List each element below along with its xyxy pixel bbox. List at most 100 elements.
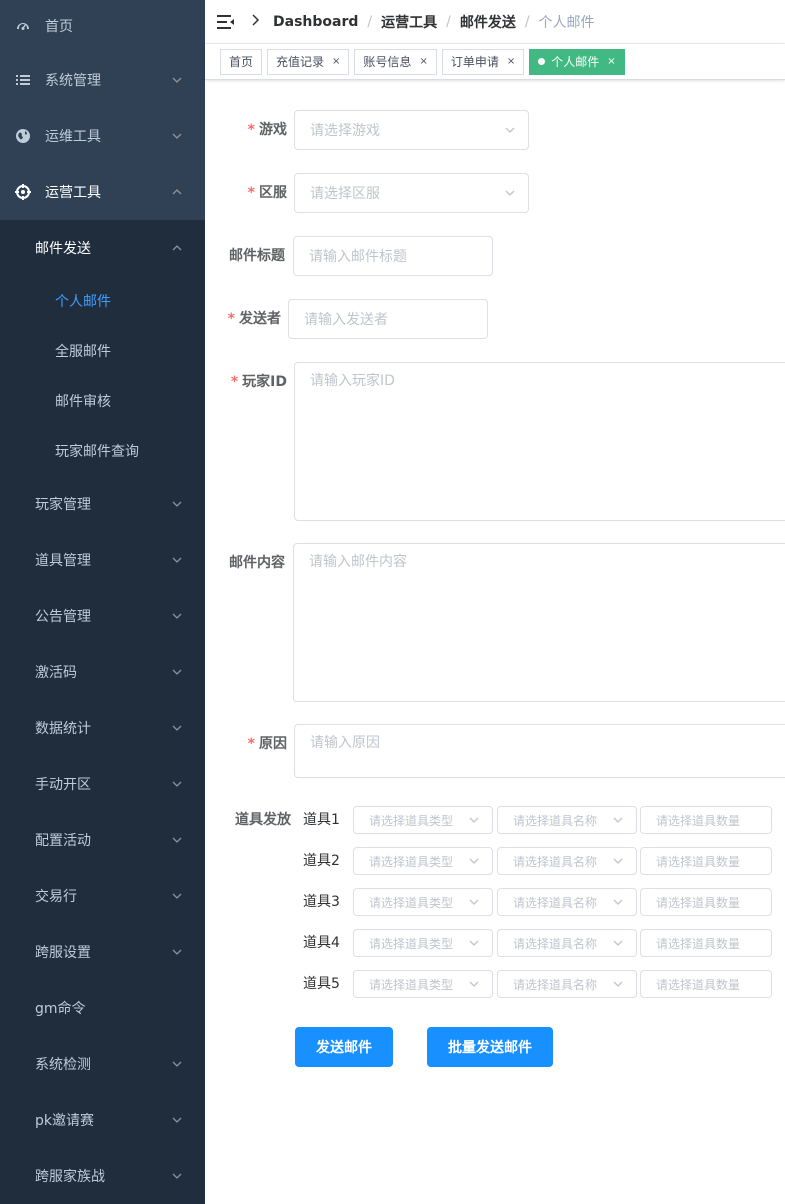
item-name-select[interactable]: 请选择道具名称 xyxy=(497,970,637,998)
item-type-select[interactable]: 请选择道具类型 xyxy=(353,929,493,957)
sidebar-item-label: 配置活动 xyxy=(35,833,91,849)
tags-view: 首页 充值记录 × 账号信息 × 订单申请 × 个人邮件 × xyxy=(205,44,785,80)
sidebar-submenu-item[interactable]: 配置活动 xyxy=(0,812,205,868)
item-quantity-input[interactable]: 请选择道具数量 xyxy=(640,929,772,957)
sidebar-submenu-item[interactable]: 系统检测 xyxy=(0,1036,205,1092)
breadcrumb-item[interactable]: 邮件发送 xyxy=(460,12,516,32)
sidebar-item-label: 跨服家族战 xyxy=(35,1169,105,1185)
chevron-up-icon xyxy=(171,242,183,254)
sidebar-submenu-item[interactable]: 手动开区 xyxy=(0,756,205,812)
sidebar-item-label: 运维工具 xyxy=(45,129,101,145)
chevron-down-icon xyxy=(171,498,183,510)
chevron-down-icon xyxy=(468,896,480,908)
sidebar-submenu-item[interactable]: gm命令 xyxy=(0,980,205,1036)
chevron-down-icon xyxy=(504,187,516,199)
sidebar-item-label: 数据统计 xyxy=(35,721,91,737)
item-name-select[interactable]: 请选择道具名称 xyxy=(497,888,637,916)
breadcrumb-item[interactable]: Dashboard xyxy=(273,14,358,30)
tag-account[interactable]: 账号信息 × xyxy=(354,48,437,75)
sidebar-item-operation[interactable]: 运营工具 xyxy=(0,164,205,220)
item-quantity-input[interactable]: 请选择道具数量 xyxy=(640,970,772,998)
item-name-select[interactable]: 请选择道具名称 xyxy=(497,929,637,957)
breadcrumb: Dashboard / 运营工具 / 邮件发送 / 个人邮件 xyxy=(273,12,595,32)
sidebar-submenu-mail[interactable]: 邮件发送 xyxy=(0,220,205,276)
chevron-right-icon xyxy=(251,13,261,30)
sidebar-submenu-item[interactable]: 数据统计 xyxy=(0,700,205,756)
sidebar-submenu-item[interactable]: 玩家管理 xyxy=(0,476,205,532)
item-quantity-input[interactable]: 请选择道具数量 xyxy=(640,847,772,875)
player-id-textarea[interactable]: 请输入玩家ID xyxy=(294,362,785,521)
item-type-select[interactable]: 请选择道具类型 xyxy=(353,806,493,834)
form-row-player-id: * 玩家ID 请输入玩家ID xyxy=(205,362,785,521)
sidebar-item-home[interactable]: 首页 xyxy=(0,0,205,52)
sidebar-submenu-item[interactable]: 激活码 xyxy=(0,644,205,700)
item-type-select[interactable]: 请选择道具类型 xyxy=(353,970,493,998)
sidebar-leaf-server-mail[interactable]: 全服邮件 xyxy=(0,326,205,376)
chevron-down-icon xyxy=(171,890,183,902)
sidebar-submenu-item[interactable]: pk邀请赛 xyxy=(0,1092,205,1148)
chevron-down-icon xyxy=(171,722,183,734)
tag-order[interactable]: 订单申请 × xyxy=(441,48,525,75)
mail-content-textarea[interactable]: 请输入邮件内容 xyxy=(293,543,785,702)
item-label: 道具3 xyxy=(303,894,340,910)
item-label: 道具1 xyxy=(303,812,340,828)
close-icon[interactable]: × xyxy=(507,50,515,74)
sidebar-submenu-item[interactable]: 道具管理 xyxy=(0,532,205,588)
server-select[interactable]: 请选择区服 xyxy=(294,173,529,213)
game-select[interactable]: 请选择游戏 xyxy=(294,110,529,150)
sidebar-item-label: 运营工具 xyxy=(45,185,101,201)
sidebar-item-ops[interactable]: 运维工具 xyxy=(0,108,205,164)
close-icon[interactable]: × xyxy=(607,50,615,74)
items-label: 道具发放 xyxy=(235,812,291,828)
sender-input[interactable]: 请输入发送者 xyxy=(288,299,488,339)
sender-label: 发送者 xyxy=(239,311,281,327)
sidebar-item-label: 玩家管理 xyxy=(35,497,91,513)
chevron-down-icon xyxy=(612,937,624,949)
sidebar-leaf-mail-review[interactable]: 邮件审核 xyxy=(0,376,205,426)
item-name-select[interactable]: 请选择道具名称 xyxy=(497,847,637,875)
form-row-server: * 区服 请选择区服 xyxy=(205,173,529,213)
sidebar-item-label: gm命令 xyxy=(35,1001,86,1017)
sidebar-submenu-item[interactable]: 跨服家族战 xyxy=(0,1148,205,1204)
tag-personal-mail[interactable]: 个人邮件 × xyxy=(529,48,625,75)
close-icon[interactable]: × xyxy=(419,50,427,74)
sidebar-item-label: 邮件审核 xyxy=(55,394,111,410)
sidebar-leaf-player-mail-query[interactable]: 玩家邮件查询 xyxy=(0,426,205,476)
list-icon xyxy=(15,72,31,88)
chevron-down-icon xyxy=(468,978,480,990)
item-label: 道具2 xyxy=(303,853,340,869)
chevron-down-icon xyxy=(171,610,183,622)
chevron-down-icon xyxy=(171,778,183,790)
batch-send-mail-button[interactable]: 批量发送邮件 xyxy=(427,1027,553,1067)
chevron-down-icon xyxy=(171,130,183,142)
sidebar-submenu-item[interactable]: 公告管理 xyxy=(0,588,205,644)
mail-title-input[interactable]: 请输入邮件标题 xyxy=(293,236,493,276)
hamburger-icon[interactable] xyxy=(217,14,235,29)
sidebar-item-label: 邮件发送 xyxy=(35,241,91,257)
target-icon xyxy=(15,184,31,200)
breadcrumb-item[interactable]: 运营工具 xyxy=(381,12,437,32)
reason-textarea[interactable]: 请输入原因 xyxy=(294,724,785,778)
close-icon[interactable]: × xyxy=(332,50,340,74)
sidebar-item-label: 系统检测 xyxy=(35,1057,91,1073)
sidebar-item-system[interactable]: 系统管理 xyxy=(0,52,205,108)
form-row-game: * 游戏 请选择游戏 xyxy=(205,110,529,150)
sidebar: 首页 系统管理 运维工具 运营工具 邮件发送 个人邮件 全服邮件 邮件审核 玩家… xyxy=(0,0,205,1204)
item-type-select[interactable]: 请选择道具类型 xyxy=(353,847,493,875)
item-type-select[interactable]: 请选择道具类型 xyxy=(353,888,493,916)
tag-home[interactable]: 首页 xyxy=(220,48,263,75)
form-row-sender: * 发送者 请输入发送者 xyxy=(205,299,488,339)
chevron-down-icon xyxy=(171,554,183,566)
item-quantity-input[interactable]: 请选择道具数量 xyxy=(640,888,772,916)
sidebar-leaf-personal-mail[interactable]: 个人邮件 xyxy=(0,276,205,326)
send-mail-button[interactable]: 发送邮件 xyxy=(295,1027,393,1067)
tag-recharge[interactable]: 充值记录 × xyxy=(267,48,350,75)
dashboard-icon xyxy=(15,18,31,34)
item-quantity-input[interactable]: 请选择道具数量 xyxy=(640,806,772,834)
chevron-down-icon xyxy=(171,1170,183,1182)
item-name-select[interactable]: 请选择道具名称 xyxy=(497,806,637,834)
reason-label: 原因 xyxy=(259,736,287,752)
sidebar-submenu-item[interactable]: 交易行 xyxy=(0,868,205,924)
sidebar-submenu-item[interactable]: 跨服设置 xyxy=(0,924,205,980)
server-label: 区服 xyxy=(259,185,287,201)
